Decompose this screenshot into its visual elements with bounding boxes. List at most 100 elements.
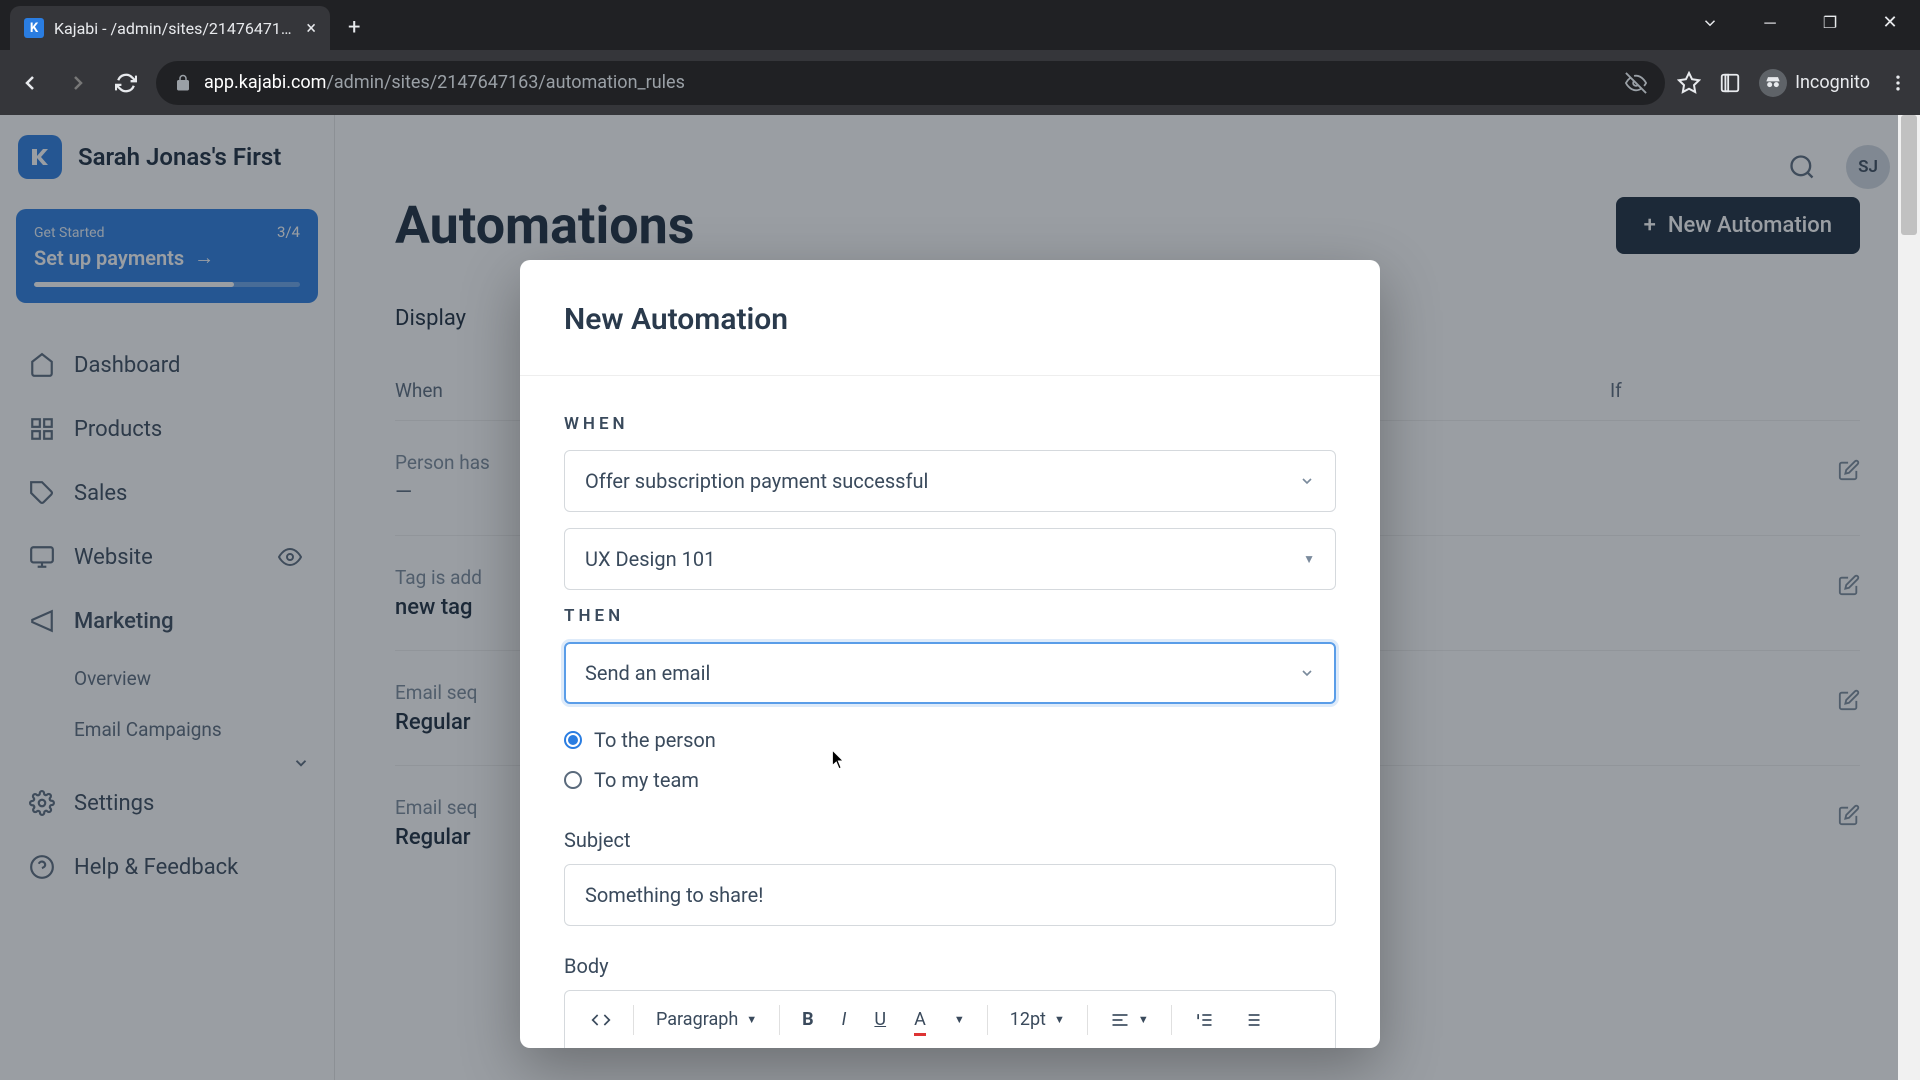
color-dropdown[interactable]: ▼ <box>942 1005 977 1034</box>
sidebar-item-settings[interactable]: Settings <box>0 771 334 835</box>
get-started-label: Get Started <box>34 225 300 241</box>
sidebar-item-dashboard[interactable]: Dashboard <box>0 333 334 397</box>
page-scrollbar[interactable] <box>1898 115 1920 1080</box>
address-right: Incognito <box>1677 69 1908 97</box>
tab-close-icon[interactable]: × <box>306 18 316 39</box>
sidebar-item-marketing[interactable]: Marketing <box>0 589 334 653</box>
sales-icon <box>28 479 56 507</box>
body-label: Body <box>564 954 1336 978</box>
help-icon <box>28 853 56 881</box>
tab-favicon: K <box>24 18 44 38</box>
plus-icon: + <box>1644 213 1656 238</box>
align-button[interactable]: ▼ <box>1098 1002 1161 1038</box>
modal-body: WHEN Offer subscription payment successf… <box>520 376 1380 1048</box>
recipient-radio-group: To the person To my team <box>564 720 1336 800</box>
sidebar-item-sales[interactable]: Sales <box>0 461 334 525</box>
then-action-select[interactable]: Send an email <box>564 642 1336 704</box>
maximize-button[interactable]: ❐ <box>1800 0 1860 45</box>
when-label: WHEN <box>564 414 1336 434</box>
sidebar-item-website[interactable]: Website <box>0 525 334 589</box>
brand-logo <box>18 135 62 179</box>
chevron-down-icon <box>1299 665 1315 681</box>
edit-icon[interactable] <box>1838 574 1860 596</box>
code-view-button[interactable] <box>579 1002 623 1038</box>
lock-icon <box>174 74 192 92</box>
url-bar[interactable]: app.kajabi.com/admin/sites/2147647163/au… <box>156 61 1665 105</box>
sidebar: Sarah Jonas's First Get Started 3/4 Set … <box>0 115 335 1080</box>
editor-toolbar: Paragraph ▼ B I U A ▼ 12pt ▼ ▼ <box>564 990 1336 1048</box>
star-icon[interactable] <box>1677 71 1701 95</box>
eye-off-icon[interactable] <box>1625 72 1647 94</box>
incognito-icon <box>1759 69 1787 97</box>
chevron-down-icon[interactable] <box>1680 0 1740 45</box>
website-icon <box>28 543 56 571</box>
when-trigger-select[interactable]: Offer subscription payment successful <box>564 450 1336 512</box>
radio-icon <box>564 731 582 749</box>
sidebar-item-help[interactable]: Help & Feedback <box>0 835 334 899</box>
font-size-select[interactable]: 12pt ▼ <box>998 1001 1077 1038</box>
modal-header: New Automation <box>520 260 1380 376</box>
extensions-icon[interactable] <box>1719 72 1741 94</box>
dashboard-icon <box>28 351 56 379</box>
browser-chrome: K Kajabi - /admin/sites/2147647163 × + ─… <box>0 0 1920 115</box>
radio-to-team[interactable]: To my team <box>564 760 1336 800</box>
chevron-down-icon <box>292 754 310 772</box>
avatar[interactable]: SJ <box>1846 145 1890 189</box>
progress-bar <box>34 282 300 287</box>
italic-button[interactable]: I <box>830 1001 859 1038</box>
chevron-down-icon <box>1299 473 1315 489</box>
subject-input[interactable]: Something to share! <box>564 864 1336 926</box>
subject-label: Subject <box>564 828 1336 852</box>
new-automation-modal: New Automation WHEN Offer subscription p… <box>520 260 1380 1048</box>
bullet-list-button[interactable] <box>1230 1002 1274 1038</box>
tab-title: Kajabi - /admin/sites/2147647163 <box>54 19 296 38</box>
page-header: Automations + New Automation <box>395 195 1860 256</box>
get-started-count: 3/4 <box>277 223 300 241</box>
back-button[interactable] <box>12 65 48 101</box>
tab-bar: K Kajabi - /admin/sites/2147647163 × + <box>0 0 1920 50</box>
brand-title: Sarah Jonas's First <box>78 143 281 171</box>
sidebar-sub-overview[interactable]: Overview <box>0 653 334 704</box>
minimize-button[interactable]: ─ <box>1740 0 1800 45</box>
topbar-right: SJ <box>1788 145 1890 189</box>
page-title: Automations <box>395 195 695 256</box>
menu-icon[interactable] <box>1888 73 1908 93</box>
edit-icon[interactable] <box>1838 459 1860 481</box>
edit-icon[interactable] <box>1838 804 1860 826</box>
radio-icon <box>564 771 582 789</box>
new-automation-button[interactable]: + New Automation <box>1616 197 1860 254</box>
when-offer-select[interactable]: UX Design 101 ▼ <box>564 528 1336 590</box>
get-started-card[interactable]: Get Started 3/4 Set up payments→ <box>16 209 318 303</box>
sidebar-item-products[interactable]: Products <box>0 397 334 461</box>
address-bar: app.kajabi.com/admin/sites/2147647163/au… <box>0 50 1920 115</box>
incognito-badge[interactable]: Incognito <box>1759 69 1870 97</box>
sidebar-collapse[interactable] <box>0 755 334 771</box>
col-if: If <box>1610 379 1860 402</box>
gear-icon <box>28 789 56 817</box>
window-controls: ─ ❐ ✕ <box>1680 0 1920 45</box>
eye-icon[interactable] <box>278 545 302 569</box>
forward-button[interactable] <box>60 65 96 101</box>
brand[interactable]: Sarah Jonas's First <box>0 115 334 209</box>
scrollbar-thumb[interactable] <box>1901 115 1917 235</box>
marketing-icon <box>28 607 56 635</box>
paragraph-select[interactable]: Paragraph ▼ <box>644 1001 769 1038</box>
text-color-button[interactable]: A <box>902 1001 938 1038</box>
edit-icon[interactable] <box>1838 689 1860 711</box>
underline-button[interactable]: U <box>862 1001 898 1038</box>
numbered-list-button[interactable] <box>1182 1002 1226 1038</box>
arrow-right-icon: → <box>194 245 214 270</box>
browser-tab[interactable]: K Kajabi - /admin/sites/2147647163 × <box>10 6 330 50</box>
close-window-button[interactable]: ✕ <box>1860 0 1920 45</box>
then-label: THEN <box>564 606 1336 626</box>
sidebar-sub-email-campaigns[interactable]: Email Campaigns <box>0 704 334 755</box>
modal-title: New Automation <box>564 302 1336 337</box>
radio-to-person[interactable]: To the person <box>564 720 1336 760</box>
products-icon <box>28 415 56 443</box>
search-icon[interactable] <box>1788 153 1816 181</box>
url-text: app.kajabi.com/admin/sites/2147647163/au… <box>204 72 1613 93</box>
get-started-title: Set up payments→ <box>34 245 300 270</box>
new-tab-button[interactable]: + <box>348 15 360 40</box>
bold-button[interactable]: B <box>790 1001 826 1038</box>
reload-button[interactable] <box>108 65 144 101</box>
